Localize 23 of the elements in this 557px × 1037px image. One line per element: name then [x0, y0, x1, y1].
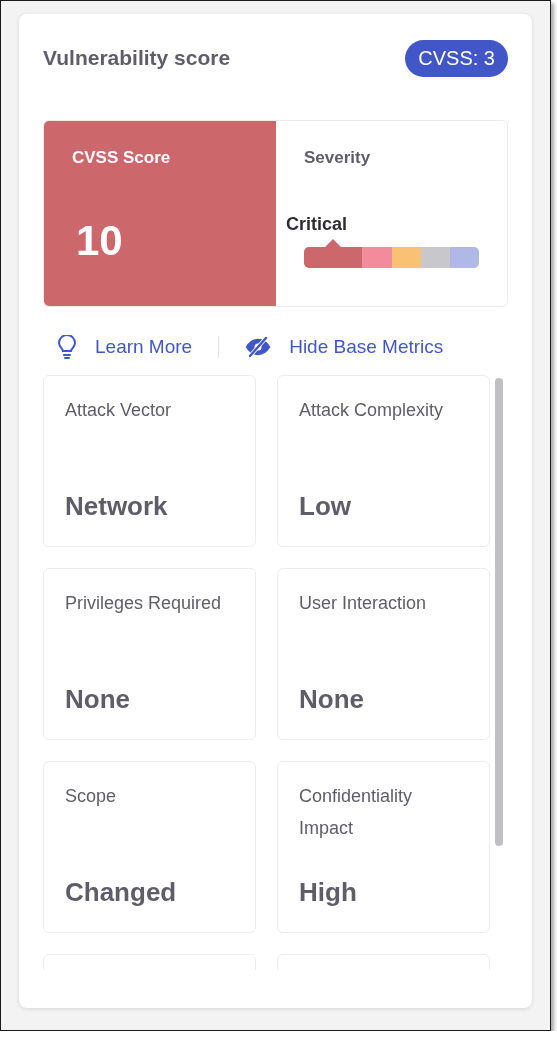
metric-value: None	[65, 684, 131, 715]
cvss-version-badge: CVSS: 3	[405, 39, 508, 77]
score-value: 10	[75, 217, 124, 266]
metric-name: User Interaction	[299, 592, 428, 615]
metric-name: Scope	[65, 785, 118, 808]
metric-name: Attack Vector	[65, 399, 173, 422]
severity-label: Severity	[303, 148, 372, 168]
metric-value: High	[299, 877, 358, 908]
metric-value: Network	[65, 491, 169, 522]
hide-metrics-link[interactable]: Hide Base Metrics	[245, 336, 444, 358]
metric-value: None	[299, 684, 365, 715]
metric-value: Changed	[65, 877, 178, 908]
scrollbar-thumb[interactable]	[495, 378, 503, 846]
metric-value: Low	[299, 491, 352, 522]
hidden-eye-icon	[245, 336, 272, 358]
score-label: CVSS Score	[72, 148, 172, 168]
metric-name: Attack Complexity	[299, 399, 445, 422]
metric-name: Confidentiality Impact	[299, 785, 414, 840]
severity-level: Critical	[286, 214, 349, 235]
panel-title: Vulnerability score	[43, 46, 231, 70]
lightbulb-icon	[57, 335, 77, 359]
metric-name: Privileges Required	[65, 592, 223, 615]
learn-more-link[interactable]: Learn More	[57, 335, 193, 359]
